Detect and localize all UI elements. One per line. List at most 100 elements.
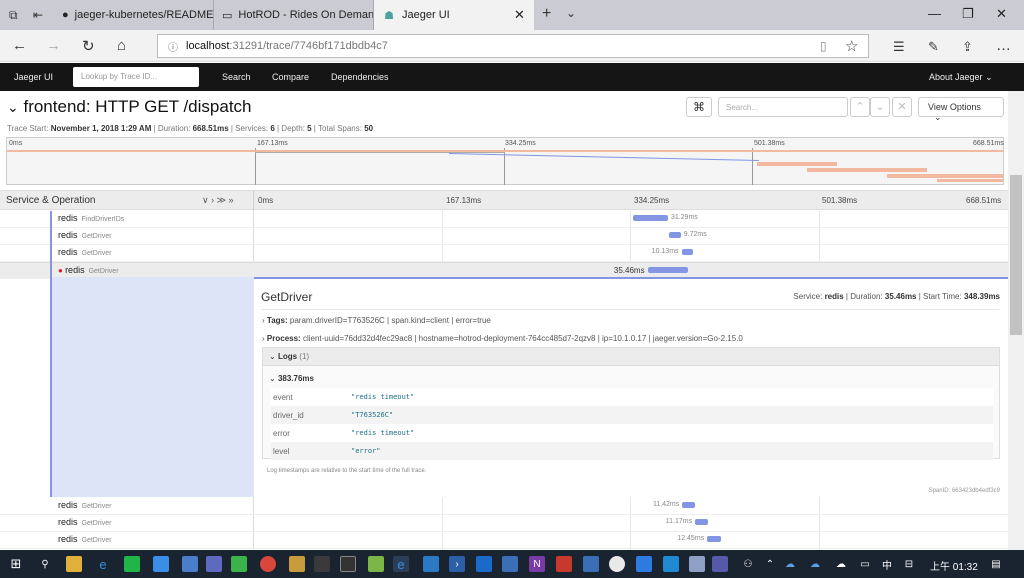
span-row[interactable]: redis GetDriver 12.45ms: [0, 532, 1008, 549]
tag-value: true: [477, 316, 491, 325]
next-result-button[interactable]: ⌄: [870, 97, 890, 117]
cloud-icon[interactable]: ☁: [833, 556, 849, 572]
clock[interactable]: 上午 01:32: [930, 558, 978, 573]
span-bar[interactable]: [647, 267, 688, 273]
trace-id-lookup-input[interactable]: Lookup by Trace ID...: [73, 67, 199, 87]
ie-icon[interactable]: e: [95, 556, 111, 572]
windows-start-icon[interactable]: ⊞: [8, 556, 24, 572]
span-row[interactable]: redis GetDriver 10.13ms: [0, 245, 1008, 262]
app-icon[interactable]: [289, 556, 305, 572]
line-icon[interactable]: [124, 556, 140, 572]
battery-icon[interactable]: ▭: [857, 556, 873, 572]
trace-title[interactable]: ⌄ frontend: HTTP GET /dispatch: [7, 97, 252, 117]
scrollbar-thumb[interactable]: [1010, 175, 1022, 335]
more-icon[interactable]: …: [996, 37, 1011, 54]
search-link[interactable]: Search: [222, 72, 251, 82]
span-bar[interactable]: [695, 519, 708, 525]
app-icon[interactable]: [206, 556, 222, 572]
store-icon[interactable]: [583, 556, 599, 572]
notifications-icon[interactable]: ▤: [988, 556, 1004, 572]
forward-icon[interactable]: →: [46, 37, 61, 54]
close-window-icon[interactable]: ✕: [996, 6, 1007, 22]
span-bar[interactable]: [632, 215, 668, 221]
show-hidden-icons-icon[interactable]: ⌃: [762, 556, 778, 572]
back-icon[interactable]: ←: [12, 37, 27, 54]
tab-jaeger-ui[interactable]: ☗ Jaeger UI ✕: [374, 0, 534, 30]
url-field[interactable]: ⓘ localhost :31291/trace/7746bf171dbdb4c…: [157, 34, 869, 58]
share-icon[interactable]: ⇪: [962, 39, 973, 55]
input-mode-icon[interactable]: ⊟: [901, 556, 917, 572]
chrome-icon[interactable]: [260, 556, 276, 572]
app-icon[interactable]: [153, 556, 169, 572]
terminal-icon[interactable]: [340, 556, 356, 572]
trace-search-input[interactable]: Search...: [718, 97, 848, 117]
minimize-icon[interactable]: —: [928, 6, 941, 21]
file-explorer-icon[interactable]: [66, 556, 82, 572]
teams-icon[interactable]: [712, 556, 728, 572]
app-icon[interactable]: [689, 556, 705, 572]
onenote-icon[interactable]: N: [529, 556, 545, 572]
log-entry-header[interactable]: ⌄ 383.76ms: [269, 374, 314, 383]
span-bar[interactable]: [681, 249, 693, 255]
clear-search-button[interactable]: ✕: [892, 97, 912, 117]
app-icon[interactable]: [423, 556, 439, 572]
span-bar[interactable]: [669, 232, 681, 238]
vscode-icon[interactable]: [663, 556, 679, 572]
view-options-button[interactable]: View Options ⌄: [918, 97, 1004, 122]
log-field-value: "redis timeout": [351, 429, 415, 437]
app-icon[interactable]: [314, 556, 330, 572]
app-icon[interactable]: [609, 556, 625, 572]
app-icon[interactable]: [182, 556, 198, 572]
prev-result-button[interactable]: ⌃: [850, 97, 870, 117]
trace-minimap[interactable]: 0ms 167.13ms 334.25ms 501.38ms 668.51ms: [6, 137, 1004, 185]
app-icon[interactable]: [556, 556, 572, 572]
span-row[interactable]: redis GetDriver 11.17ms: [0, 515, 1008, 532]
home-icon[interactable]: ⌂: [117, 37, 126, 54]
process-label: Process:: [266, 334, 301, 343]
restore-icon[interactable]: ❐: [962, 6, 974, 22]
keyboard-shortcuts-button[interactable]: ⌘: [686, 97, 712, 117]
outlook-icon[interactable]: [476, 556, 492, 572]
span-bar[interactable]: [707, 536, 722, 542]
detail-left-bg: [52, 277, 254, 497]
about-menu[interactable]: About Jaeger ⌄: [929, 72, 993, 83]
dependencies-link[interactable]: Dependencies: [331, 72, 389, 82]
search-icon[interactable]: ⚲: [37, 556, 53, 572]
set-aside-tabs-icon[interactable]: ⇤: [33, 8, 43, 22]
cloud-icon[interactable]: ☁: [782, 556, 798, 572]
favorites-hub-icon[interactable]: ☰: [893, 39, 905, 55]
cloud-icon[interactable]: ☁: [807, 556, 823, 572]
ime-indicator[interactable]: 中: [879, 556, 895, 572]
pen-icon[interactable]: ✎: [928, 39, 939, 55]
tab-jaeger-kubernetes[interactable]: ● jaeger-kubernetes/README: [54, 0, 214, 30]
process-row[interactable]: › Process: client-uuid=76dd32d4fec29ac8 …: [262, 334, 743, 343]
process-key: jaeger.version: [652, 334, 703, 343]
tags-row[interactable]: › Tags: param.driverID=T763526C | span.k…: [262, 316, 491, 325]
close-tab-icon[interactable]: ✕: [514, 7, 525, 23]
span-bar[interactable]: [682, 502, 696, 508]
people-icon[interactable]: ⚇: [740, 556, 756, 572]
brand-link[interactable]: Jaeger UI: [14, 72, 53, 82]
wechat-icon[interactable]: [231, 556, 247, 572]
tab-actions-icon[interactable]: ⧉: [9, 8, 18, 23]
span-row[interactable]: redis FindDriverIDs 31.29ms: [0, 211, 1008, 228]
tab-preview-chevron-icon[interactable]: ⌄: [566, 6, 576, 20]
powershell-icon[interactable]: ›: [449, 556, 465, 572]
app-icon[interactable]: [368, 556, 384, 572]
compare-link[interactable]: Compare: [272, 72, 309, 82]
app-icon[interactable]: [502, 556, 518, 572]
new-tab-icon[interactable]: +: [542, 5, 551, 23]
log-field-value: "redis timeout": [351, 393, 415, 401]
logs-header[interactable]: ⌄ Logs (1): [263, 348, 999, 366]
span-row[interactable]: redis GetDriver 11.42ms: [0, 498, 1008, 515]
span-row[interactable]: redis GetDriver 9.72ms: [0, 228, 1008, 245]
timeline-tick: 501.38ms: [822, 196, 858, 205]
favorite-star-icon[interactable]: ☆: [845, 37, 858, 55]
collapse-controls[interactable]: ∨ › ≫ »: [202, 195, 234, 206]
app-icon[interactable]: [636, 556, 652, 572]
service-value: redis: [824, 292, 844, 301]
tab-hotrod[interactable]: ▭ HotROD - Rides On Deman: [214, 0, 374, 30]
refresh-icon[interactable]: ↻: [82, 37, 95, 55]
edge-icon[interactable]: e: [393, 556, 409, 572]
reading-view-icon[interactable]: ▯: [820, 39, 827, 53]
